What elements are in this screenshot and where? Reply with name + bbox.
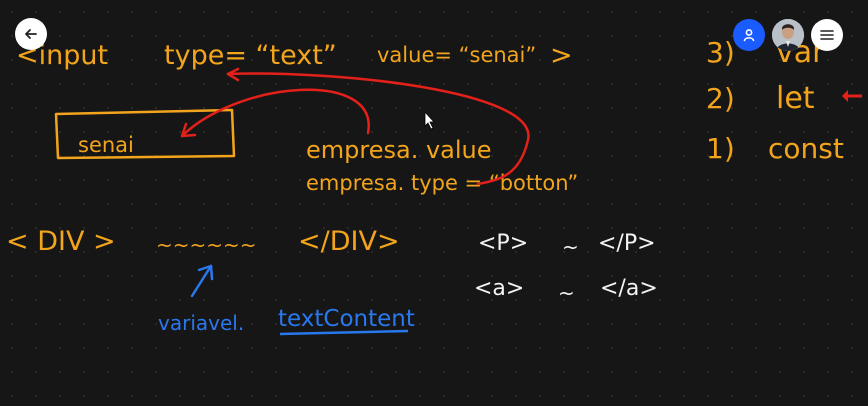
list-item-2-word: let (776, 81, 815, 116)
blue-textcontent-text: textContent (278, 306, 415, 332)
list-item-1-num: 1) (706, 132, 735, 165)
a-open-text: <a> (474, 276, 524, 301)
a-close-text: </a> (600, 276, 658, 301)
list-item-1-word: const (768, 132, 844, 165)
div-wave-text: ~~~~~~ (156, 233, 257, 257)
div-close-text: </DIV> (298, 226, 400, 257)
senai-box-text: senai (78, 133, 134, 157)
a-wave-text: ~ (558, 281, 575, 305)
whiteboard-canvas[interactable]: <input type= “text” value= “senai” > sen… (0, 0, 868, 406)
person-icon (743, 29, 755, 42)
blue-variavel-text: variavel. (158, 311, 244, 335)
p-open-text: <P> (478, 231, 528, 256)
back-button[interactable] (15, 18, 47, 50)
empresa-type-text: empresa. type = “botton” (306, 171, 578, 195)
div-open-text: < DIV > (6, 226, 116, 257)
input-type-attr-text: type= “text” (164, 40, 337, 71)
list-item-2-num: 2) (706, 82, 735, 115)
blue-arrow-up (190, 264, 214, 298)
p-wave-text: ~ (562, 235, 579, 259)
red-arrow-value-to-box (180, 88, 370, 138)
mouse-cursor-icon (424, 110, 435, 130)
menu-button[interactable] (811, 19, 843, 51)
red-arrow-type-to-attr (226, 67, 530, 186)
empresa-value-text: empresa. value (306, 136, 492, 164)
red-arrow-let-head (842, 90, 848, 102)
hamburger-icon (820, 30, 834, 40)
list-item-3-num: 3) (706, 36, 735, 69)
share-button[interactable] (733, 19, 765, 51)
input-tag-close-text: > (550, 40, 573, 71)
input-value-attr-text: value= “senai” (377, 43, 536, 67)
user-avatar[interactable] (772, 19, 804, 51)
arrow-left-icon (25, 29, 37, 39)
declaration-list: 3) var 2) let 1) const (706, 35, 844, 165)
avatar-photo-icon (772, 19, 804, 51)
p-close-text: </P> (598, 231, 656, 256)
